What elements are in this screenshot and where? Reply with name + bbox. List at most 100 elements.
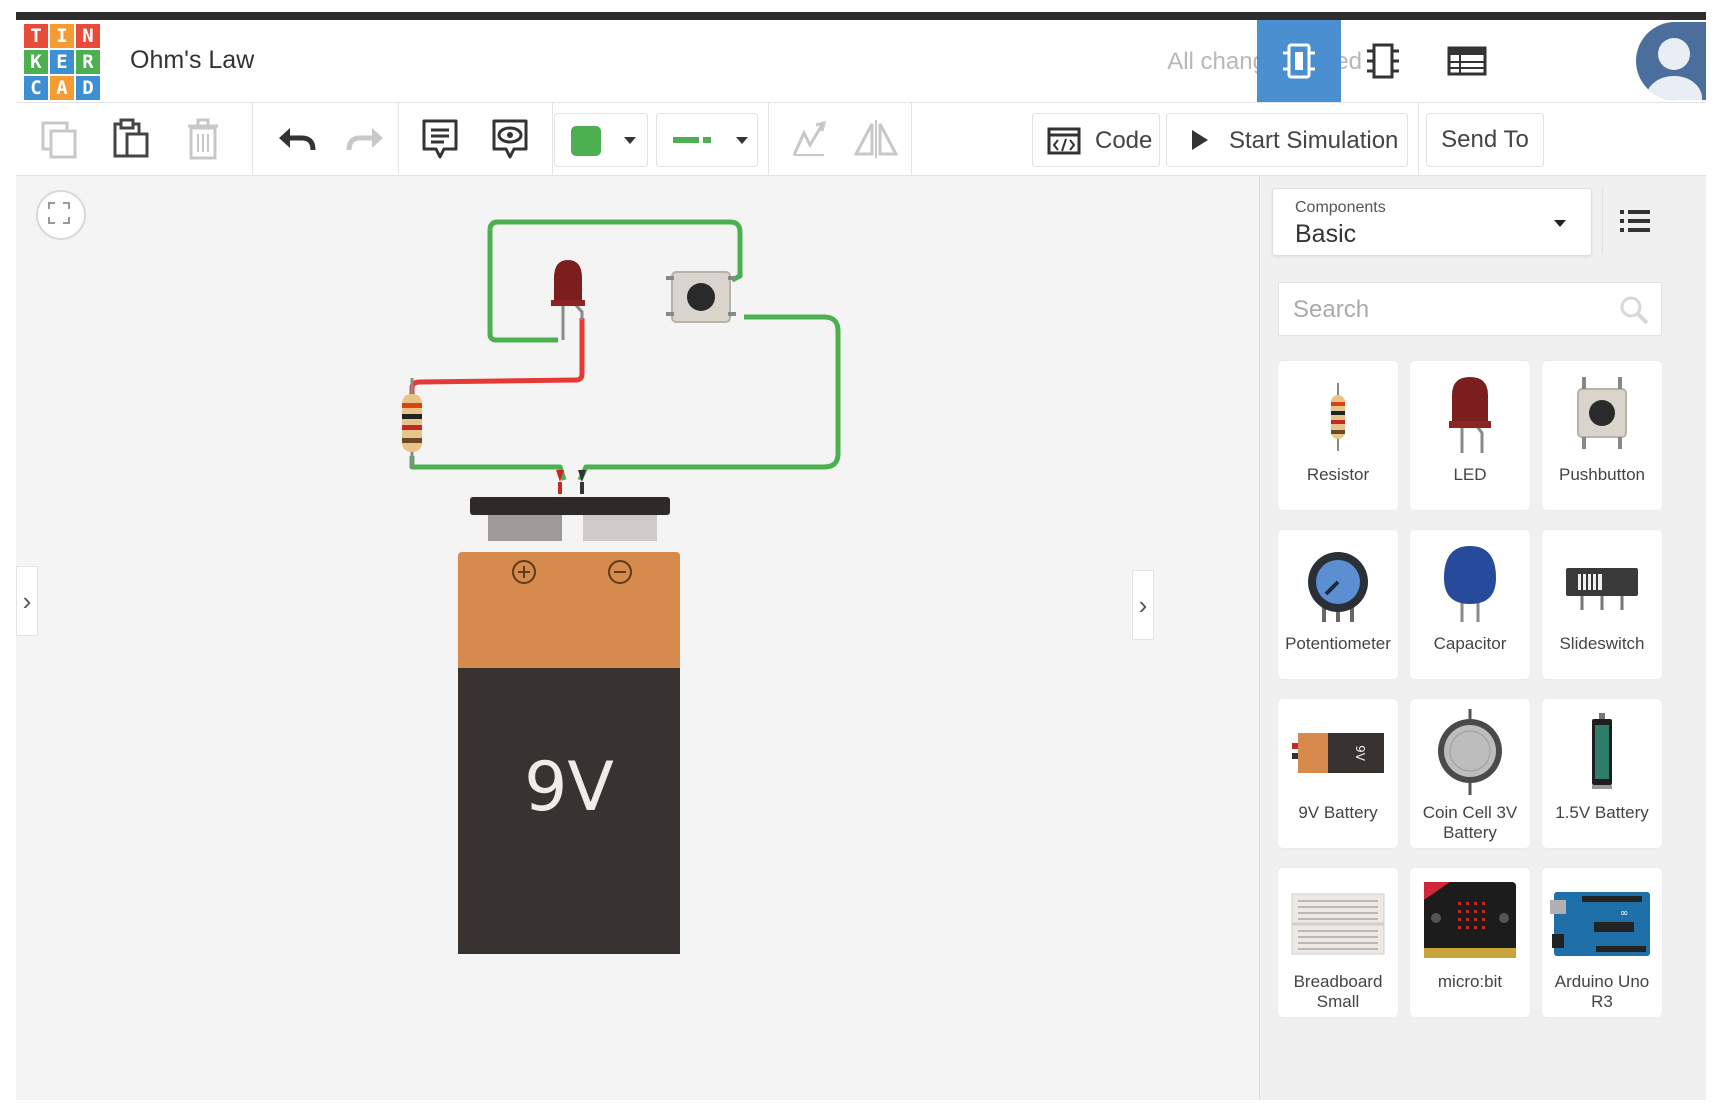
toolbar-separator — [1418, 103, 1419, 175]
redo-icon — [346, 128, 383, 151]
component-card-resistor[interactable]: Resistor — [1277, 360, 1399, 511]
battery-9v-icon: 9V — [1292, 733, 1384, 773]
circuit-view-icon — [1283, 43, 1315, 79]
tinkercad-logo[interactable]: T I N K E R C A D — [24, 24, 100, 100]
component-label: micro:bit — [1437, 972, 1503, 991]
list-view-button[interactable] — [1602, 188, 1667, 254]
chevron-right-icon: › — [22, 585, 32, 616]
component-card-slideswitch[interactable]: Slideswitch — [1541, 529, 1663, 680]
logo-letter: R — [76, 50, 100, 74]
component-card-pushbutton[interactable]: Pushbutton — [1541, 360, 1663, 511]
led-icon — [1449, 377, 1491, 453]
components-category-dropdown[interactable]: Components Basic — [1272, 188, 1592, 256]
left-panel-toggle[interactable]: › — [16, 566, 38, 636]
start-simulation-label: Start Simulation — [1229, 127, 1399, 154]
eye-note-icon — [492, 119, 528, 159]
wire-resistor-to-battery — [409, 456, 567, 481]
project-title[interactable]: Ohm's Law — [130, 46, 254, 75]
send-to-button[interactable]: Send To — [1426, 113, 1544, 167]
battery-snap-leads — [470, 470, 670, 541]
wire-type-picker[interactable] — [656, 113, 758, 167]
dropdown-label: Components — [1295, 199, 1386, 216]
logo-letter: T — [24, 24, 48, 48]
component-label: 9V Battery — [1298, 803, 1378, 822]
slideswitch-icon — [1566, 568, 1638, 610]
code-button[interactable]: Code — [1032, 113, 1160, 167]
user-avatar[interactable] — [1636, 22, 1706, 100]
chip-icon — [1367, 43, 1399, 79]
toggle-notes-visibility-button[interactable] — [482, 113, 538, 165]
logo-letter: K — [24, 50, 48, 74]
coin-cell-icon — [1438, 709, 1502, 795]
component-label: LED — [1453, 465, 1487, 484]
search-icon — [1620, 296, 1649, 325]
schematic-view-button[interactable] — [1341, 20, 1425, 102]
table-icon — [1447, 46, 1487, 76]
trash-icon — [188, 118, 218, 160]
copy-button[interactable] — [32, 113, 86, 165]
component-list-view-button[interactable] — [1425, 20, 1509, 102]
toolbar: Code Start Simulation Send To — [16, 103, 1706, 176]
component-label: Potentiometer — [1285, 634, 1391, 653]
component-card-breadboard-small[interactable]: Breadboard Small — [1277, 867, 1399, 1018]
svg-text:9V: 9V — [1353, 745, 1367, 762]
component-card-microbit[interactable]: micro:bit — [1409, 867, 1531, 1018]
code-icon — [1047, 127, 1081, 155]
resistor-icon — [1331, 383, 1345, 451]
component-card-capacitor[interactable]: Capacitor — [1409, 529, 1531, 680]
breadboard-icon — [1291, 893, 1385, 955]
clipboard-icon — [113, 118, 149, 158]
component-card-coin-cell-battery[interactable]: Coin Cell 3V Battery — [1409, 698, 1531, 849]
chevron-down-icon — [736, 137, 748, 144]
logo-letter: N — [76, 24, 100, 48]
resistor-component — [402, 378, 422, 468]
note-icon — [422, 119, 458, 159]
circuit-canvas[interactable]: 9V › › — [16, 176, 1258, 1100]
component-label: Coin Cell 3V Battery — [1422, 803, 1518, 842]
toolbar-separator — [911, 103, 912, 175]
flip-button[interactable] — [846, 113, 906, 165]
send-to-label: Send To — [1441, 126, 1529, 153]
chevron-right-icon: › — [1138, 589, 1148, 620]
notes-button[interactable] — [412, 113, 468, 165]
window-top-border — [16, 12, 1706, 20]
logo-letter: D — [76, 76, 100, 100]
component-card-arduino-uno[interactable]: ∞ Arduino Uno R3 — [1541, 867, 1663, 1018]
capacitor-icon — [1444, 546, 1496, 622]
wire-color-swatch — [571, 126, 601, 156]
circuit-view-button[interactable] — [1257, 20, 1341, 102]
delete-button[interactable] — [176, 113, 230, 165]
pushbutton-component — [666, 271, 736, 323]
undo-button[interactable] — [268, 113, 324, 165]
battery-aa-icon — [1592, 713, 1612, 789]
play-icon — [1192, 130, 1208, 150]
logo-letter: C — [24, 76, 48, 100]
wire-color-picker[interactable] — [554, 113, 648, 167]
battery-voltage-label: 9V — [524, 748, 614, 827]
redo-button[interactable] — [338, 113, 394, 165]
potentiometer-icon — [1308, 552, 1368, 622]
paste-button[interactable] — [104, 113, 158, 165]
dropdown-selected-value: Basic — [1295, 220, 1357, 248]
component-card-potentiometer[interactable]: Potentiometer — [1277, 529, 1399, 680]
circuit-drawing — [402, 219, 841, 954]
arduino-icon: ∞ — [1550, 892, 1650, 956]
right-panel-toggle[interactable]: › — [1132, 570, 1154, 640]
component-card-led[interactable]: LED — [1409, 360, 1531, 511]
logo-letter: I — [50, 24, 74, 48]
rotate-button[interactable] — [778, 113, 838, 165]
toolbar-separator — [252, 103, 253, 175]
pushbutton-icon — [1577, 377, 1627, 449]
component-label: Pushbutton — [1558, 465, 1645, 484]
rotate-icon — [792, 120, 827, 156]
flip-icon — [853, 120, 899, 158]
search-input[interactable] — [1291, 283, 1615, 337]
svg-text:∞: ∞ — [1620, 908, 1628, 919]
component-card-aa-battery[interactable]: 1.5V Battery — [1541, 698, 1663, 849]
header: T I N K E R C A D Ohm's Law All changes … — [16, 20, 1706, 103]
component-card-9v-battery[interactable]: 9V 9V Battery — [1277, 698, 1399, 849]
chevron-down-icon — [1554, 220, 1566, 227]
list-icon — [1620, 210, 1650, 232]
start-simulation-button[interactable]: Start Simulation — [1166, 113, 1408, 167]
components-panel: Components Basic Search Resistor LED Pus… — [1259, 176, 1706, 1100]
